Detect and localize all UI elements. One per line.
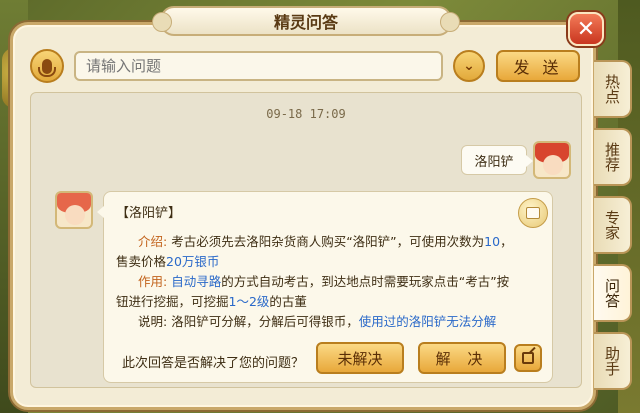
user-avatar — [533, 141, 571, 179]
tab-recommend[interactable]: 推荐 — [594, 128, 632, 186]
tab-assistant[interactable]: 助手 — [594, 332, 632, 390]
intro-count: 10 — [484, 234, 501, 249]
usage-range: 1～2级 — [228, 294, 270, 309]
usage-text: 的方式自动考古，到达地点时需要玩家点击“考古”按 — [221, 274, 510, 289]
window-title: 精灵问答 — [152, 6, 460, 36]
feedback-question: 此次回答是否解决了您的问题？ — [122, 356, 305, 371]
send-button[interactable]: 发 送 — [496, 50, 580, 82]
voice-input-button[interactable] — [30, 49, 64, 83]
unresolved-button[interactable]: 未解决 — [316, 342, 404, 374]
auto-pathfind-link[interactable]: 自动寻路 — [171, 274, 221, 289]
resolved-button[interactable]: 解 决 — [418, 342, 506, 374]
intro-price: 20万银币 — [166, 254, 220, 269]
share-button[interactable] — [514, 344, 542, 372]
microphone-icon — [38, 58, 56, 77]
close-button[interactable]: ✕ — [568, 12, 604, 46]
side-tabs: 热点 推荐 专家 问答 助手 — [594, 60, 634, 390]
note-highlight: 使用过的洛阳铲无法分解 — [358, 314, 497, 329]
history-dropdown-button[interactable]: ⌄ — [453, 50, 485, 82]
answer-card: 【洛阳铲】 介绍: 考古必须先去洛阳杂货商人购买“洛阳铲”，可使用次数为10， … — [97, 191, 553, 383]
tab-qa[interactable]: 问答 — [594, 264, 632, 322]
answer-body: 介绍: 考古必须先去洛阳杂货商人购买“洛阳铲”，可使用次数为10， 售卖价格20… — [116, 234, 513, 329]
share-icon — [522, 352, 534, 364]
intro-label: 介绍: — [138, 234, 168, 249]
user-message-bubble: 洛阳铲 — [461, 145, 533, 175]
book-icon[interactable] — [518, 198, 548, 228]
answer-title: 【洛阳铲】 — [116, 206, 182, 221]
tab-hot[interactable]: 热点 — [594, 60, 632, 118]
chat-area[interactable]: 09-18 17:09 洛阳铲 【洛阳铲】 介绍: 考古必须先去洛阳杂货商人购买… — [30, 92, 582, 388]
usage-label: 作用: — [138, 274, 168, 289]
intro-text: 考古必须先去洛阳杂货商人购买“洛阳铲”，可使用次数为 — [171, 234, 485, 249]
note-label: 说明: — [138, 314, 168, 329]
chat-timestamp: 09-18 17:09 — [266, 107, 346, 121]
tab-expert[interactable]: 专家 — [594, 196, 632, 254]
question-input-row: ⌄ 发 送 — [30, 47, 586, 85]
question-input[interactable] — [74, 51, 443, 81]
chevron-down-icon: ⌄ — [463, 58, 475, 74]
intro-price-prefix: 售卖价格 — [116, 254, 167, 269]
sprite-avatar — [55, 191, 93, 229]
close-icon: ✕ — [576, 16, 596, 42]
note-text: 洛阳铲可分解，分解后可得银币， — [171, 314, 359, 329]
